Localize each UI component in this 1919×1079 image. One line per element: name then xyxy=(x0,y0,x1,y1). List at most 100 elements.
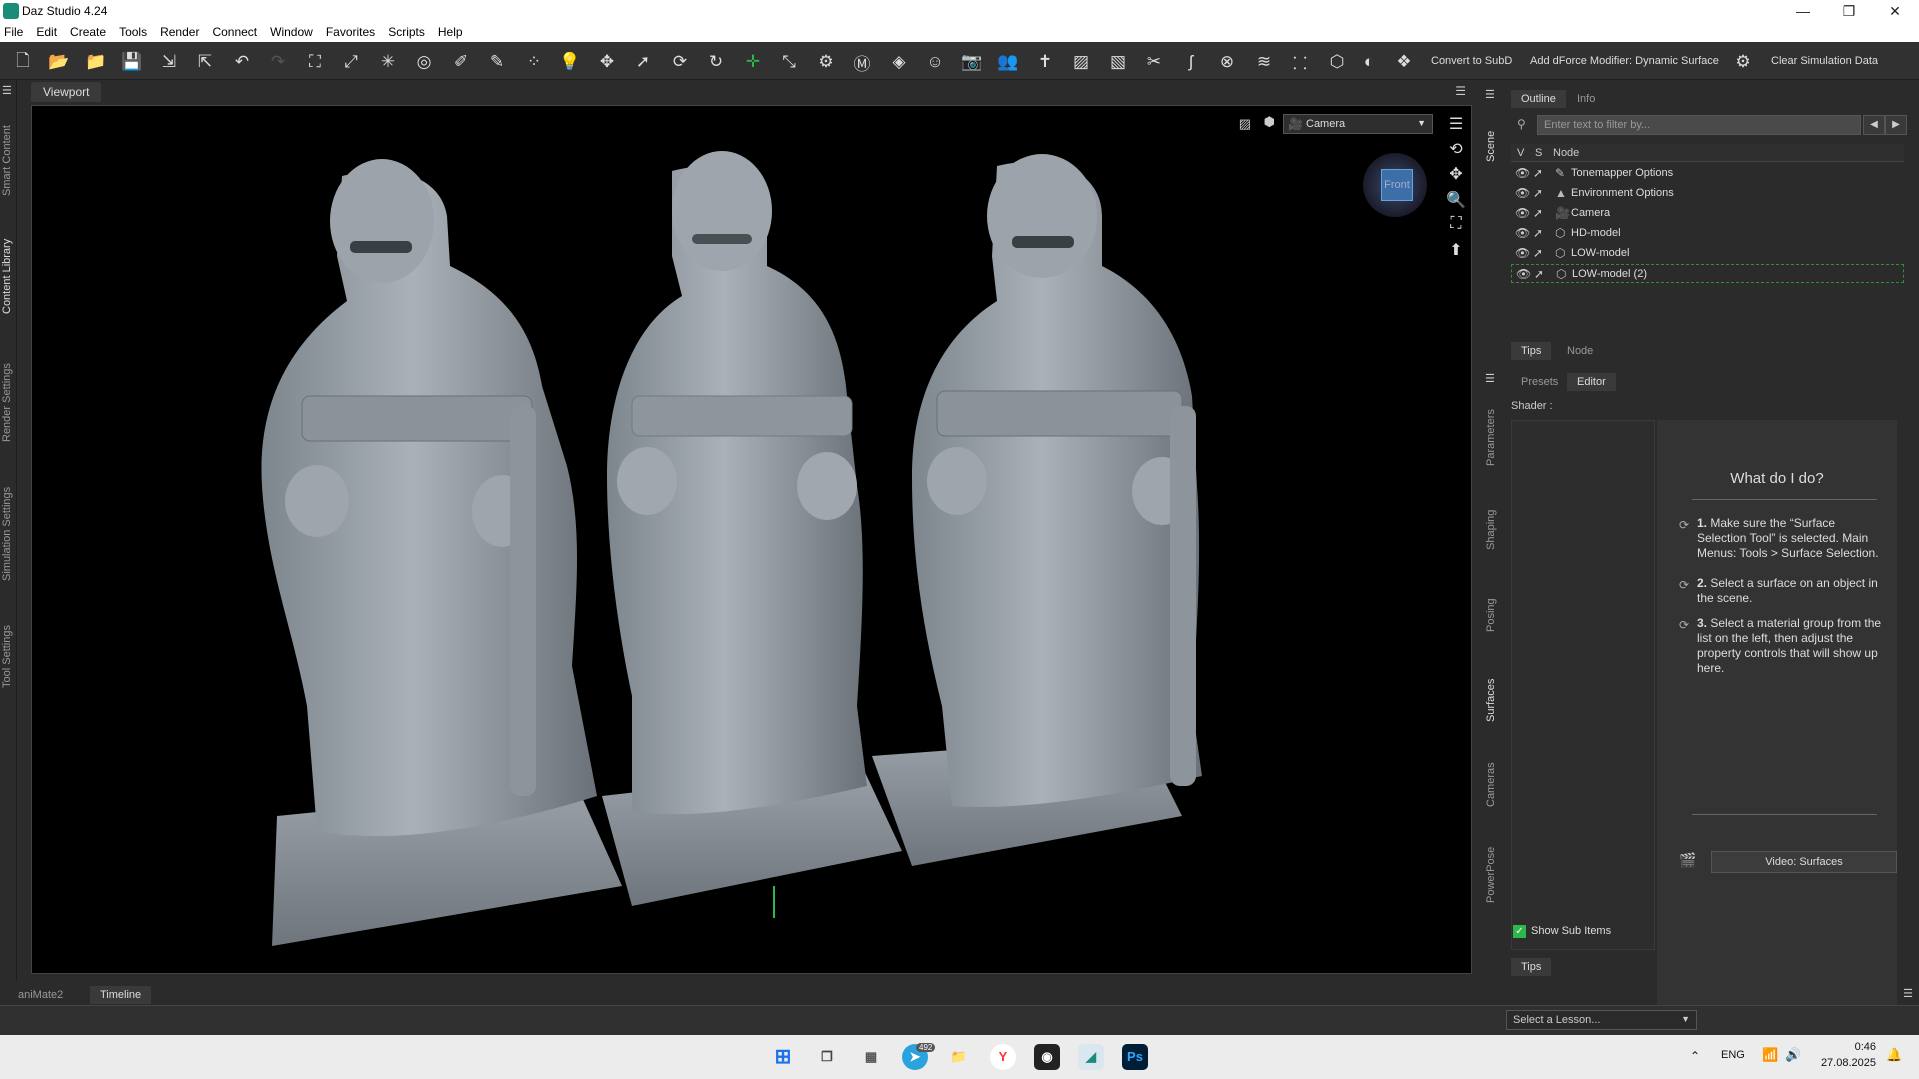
convert-subd-button[interactable]: Convert to SubD xyxy=(1431,55,1512,67)
tab-node[interactable]: Node xyxy=(1557,342,1603,360)
joint-editor-icon[interactable]: ⤢ xyxy=(339,50,363,74)
camera-icon[interactable]: 📷 xyxy=(960,50,984,74)
pattern-icon[interactable]: ▧ xyxy=(1106,50,1130,74)
tab-shaping[interactable]: Shaping xyxy=(1485,500,1500,560)
lesson-select[interactable]: Select a Lesson... ▼ xyxy=(1506,1010,1697,1030)
col-selectable[interactable]: S xyxy=(1535,147,1542,159)
cursor-icon[interactable]: ➚ xyxy=(1533,246,1543,260)
translate-icon[interactable]: ✛ xyxy=(741,50,765,74)
select-tool-icon[interactable]: ➚ xyxy=(631,50,655,74)
eye-icon[interactable]: 👁 xyxy=(1516,267,1531,281)
app-icon[interactable]: ◉ xyxy=(1034,1044,1060,1070)
outline-row-environment[interactable]: 👁 ➚ ▲ Environment Options xyxy=(1511,184,1904,203)
menu-help[interactable]: Help xyxy=(438,25,463,39)
file-explorer-icon[interactable]: 📁 xyxy=(946,1044,972,1070)
tab-smart-content[interactable]: Smart Content xyxy=(1,118,16,204)
calculator-icon[interactable]: ▦ xyxy=(858,1044,884,1070)
scene-filter-input[interactable]: Enter text to filter by... xyxy=(1537,115,1861,135)
tab-viewport[interactable]: Viewport xyxy=(31,82,102,102)
bones-icon[interactable]: ⸬ xyxy=(1288,50,1312,74)
pan-icon[interactable]: ✥ xyxy=(1445,164,1467,186)
tray-chevron-icon[interactable]: ⌃ xyxy=(1690,1049,1700,1063)
outline-row-low-model[interactable]: 👁 ➚ ⬡ LOW-model xyxy=(1511,244,1904,263)
viewport-menu-icon[interactable]: ☰ xyxy=(1455,84,1466,98)
tab-editor[interactable]: Editor xyxy=(1567,373,1616,391)
cursor-icon[interactable]: ➚ xyxy=(1534,267,1544,281)
filter-prev-button[interactable]: ◀ xyxy=(1863,115,1885,135)
camera-select[interactable]: 🎥 Camera ▼ xyxy=(1283,114,1433,134)
tab-surfaces[interactable]: Surfaces xyxy=(1485,665,1500,735)
scale-icon[interactable]: ⤡ xyxy=(777,50,801,74)
close-button[interactable]: ✕ xyxy=(1872,0,1918,22)
tab-render-settings[interactable]: Render Settings xyxy=(1,353,16,453)
universal-tool-icon[interactable]: ✥ xyxy=(595,50,619,74)
figures-icon[interactable]: 👥 xyxy=(996,50,1020,74)
tposer-icon[interactable]: ✝ xyxy=(1033,50,1057,74)
pane-menu-icon[interactable]: ☰ xyxy=(1485,88,1495,101)
tab-posing[interactable]: Posing xyxy=(1485,585,1500,645)
view-cube[interactable]: Front xyxy=(1363,153,1427,217)
notification-icon[interactable]: 🔔 xyxy=(1886,1047,1902,1063)
yandex-browser-icon[interactable]: Y xyxy=(990,1044,1016,1070)
merge-icon[interactable]: 📁 xyxy=(84,50,108,74)
clear-simulation-button[interactable]: Clear Simulation Data xyxy=(1771,55,1878,67)
rotate-icon[interactable]: ↻ xyxy=(704,50,728,74)
menu-create[interactable]: Create xyxy=(70,25,106,39)
zoom-icon[interactable]: 🔍 xyxy=(1445,190,1467,212)
export-icon[interactable]: ⇱ xyxy=(193,50,217,74)
tab-tool-settings[interactable]: Tool Settings xyxy=(1,615,16,699)
language-indicator[interactable]: ENG xyxy=(1721,1049,1745,1061)
video-surfaces-button[interactable]: Video: Surfaces xyxy=(1711,851,1897,873)
tab-cameras[interactable]: Cameras xyxy=(1485,750,1500,820)
strand-icon[interactable]: ≋ xyxy=(1252,50,1276,74)
clock-date[interactable]: 27.08.2025 xyxy=(1812,1057,1876,1069)
cloth-icon[interactable]: ✂ xyxy=(1142,50,1166,74)
minimize-button[interactable]: — xyxy=(1780,0,1826,22)
tab-powerpose[interactable]: PowerPose xyxy=(1485,835,1500,915)
col-visible[interactable]: V xyxy=(1517,147,1524,159)
subd-icon[interactable]: ⬡ xyxy=(1325,50,1349,74)
undo-icon[interactable]: ↶ xyxy=(230,50,254,74)
volume-icon[interactable]: 🔊 xyxy=(1785,1047,1801,1063)
menu-render[interactable]: Render xyxy=(160,25,199,39)
render-icon[interactable]: ◈ xyxy=(887,50,911,74)
menu-connect[interactable]: Connect xyxy=(212,25,257,39)
outline-row-tonemapper[interactable]: 👁 ➚ ✎ Tonemapper Options xyxy=(1511,164,1904,183)
outline-row-low-model-2[interactable]: 👁 ➚ ⬡ LOW-model (2) xyxy=(1511,264,1904,283)
outline-row-hd-model[interactable]: 👁 ➚ ⬡ HD-model xyxy=(1511,224,1904,243)
node-selection-icon[interactable]: ⛶ xyxy=(303,50,327,74)
geometry-editor-icon[interactable]: ✳ xyxy=(376,50,400,74)
modifier-icon[interactable]: ⊗ xyxy=(1215,50,1239,74)
rig-tool-icon[interactable]: ⚙ xyxy=(814,50,838,74)
add-dforce-button[interactable]: Add dForce Modifier: Dynamic Surface xyxy=(1530,55,1719,67)
pane-menu-icon[interactable]: ☰ xyxy=(2,84,12,97)
orbit-icon[interactable]: ⟲ xyxy=(1445,139,1467,161)
eye-icon[interactable]: 👁 xyxy=(1515,246,1530,260)
task-view-icon[interactable]: ❐ xyxy=(814,1044,840,1070)
figure-icon[interactable]: ☺ xyxy=(923,50,947,74)
dforce-icon[interactable]: ◐ xyxy=(1357,50,1381,74)
tab-simulation-settings[interactable]: Simulation Settings xyxy=(1,476,16,592)
restore-button[interactable]: ❐ xyxy=(1826,0,1872,22)
surface-selection-icon[interactable]: ◎ xyxy=(412,50,436,74)
figure-setup-icon[interactable]: Ⓜ xyxy=(850,50,874,74)
spot-render-icon[interactable]: 💡 xyxy=(558,50,582,74)
eye-icon[interactable]: 👁 xyxy=(1515,166,1530,180)
aim-icon[interactable]: ⬆ xyxy=(1445,240,1467,262)
tab-info[interactable]: Info xyxy=(1567,90,1605,108)
wifi-icon[interactable]: 📶 xyxy=(1762,1047,1778,1063)
tab-tips-2[interactable]: Tips xyxy=(1511,958,1552,976)
dynamic-surface-icon[interactable]: ❖ xyxy=(1392,50,1416,74)
save-icon[interactable]: 💾 xyxy=(120,50,144,74)
tab-animate2[interactable]: aniMate2 xyxy=(8,986,73,1004)
clock-time[interactable]: 0:46 xyxy=(1818,1041,1876,1053)
menu-file[interactable]: File xyxy=(4,25,23,39)
photoshop-icon[interactable]: Ps xyxy=(1122,1044,1148,1070)
hair-icon[interactable]: ʃ xyxy=(1179,50,1203,74)
surface-list[interactable] xyxy=(1511,420,1655,950)
eye-icon[interactable]: 👁 xyxy=(1515,226,1530,240)
3d-viewport[interactable]: ▨ ⬢ 🎥 Camera ▼ ☰ Front ⟲ ✥ 🔍 ⛶ ⬆ xyxy=(31,105,1472,974)
menu-window[interactable]: Window xyxy=(270,25,313,39)
tab-outline[interactable]: Outline xyxy=(1511,90,1566,108)
menu-tools[interactable]: Tools xyxy=(119,25,147,39)
